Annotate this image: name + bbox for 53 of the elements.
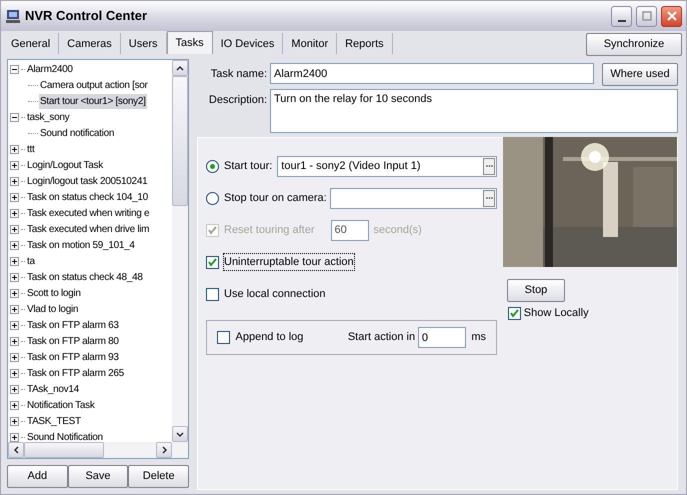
tree-item[interactable]: Task on FTP alarm 63 xyxy=(26,318,120,332)
tree-item[interactable]: Scott to login xyxy=(26,286,82,300)
tree-item[interactable]: Start tour <tour1> [sony2] xyxy=(39,94,147,108)
tree-item[interactable]: Camera output action [sor xyxy=(39,78,149,92)
tree-item[interactable]: Alarm2400 xyxy=(26,62,74,76)
tab[interactable]: IO Devices xyxy=(212,33,284,54)
description-field[interactable]: Turn on the relay for 10 seconds xyxy=(270,89,678,133)
tree-item[interactable]: Sound Notification xyxy=(26,430,104,444)
tree-item[interactable]: Notification Task xyxy=(26,398,96,412)
tree-item[interactable]: Task on FTP alarm 265 xyxy=(26,366,125,380)
task-name-field[interactable]: Alarm2400 xyxy=(270,63,594,84)
tree-item[interactable]: Task executed when drive lim xyxy=(26,222,150,236)
tree-item[interactable]: Vlad to login xyxy=(26,302,80,316)
delay-field[interactable]: 0 xyxy=(418,327,466,348)
tree-item[interactable]: TAsk_nov14 xyxy=(26,382,80,396)
tab[interactable]: Cameras xyxy=(59,33,121,54)
tab[interactable]: Monitor xyxy=(283,33,338,54)
stop-button[interactable]: Stop xyxy=(507,279,565,302)
where-used-button[interactable]: Where used xyxy=(602,63,678,86)
tree-item[interactable]: Task on FTP alarm 80 xyxy=(26,334,120,348)
checkbox-label: Reset touring after xyxy=(224,222,314,238)
tree-item[interactable]: Login/Logout Task xyxy=(26,158,104,172)
tree-item[interactable]: ttt xyxy=(26,142,36,156)
add-button[interactable]: Add xyxy=(7,465,68,488)
tree-item[interactable]: Task on FTP alarm 93 xyxy=(26,350,120,364)
tree-item[interactable]: Task on status check 104_10 xyxy=(26,190,149,204)
checkbox-label: Show Locally xyxy=(524,306,589,321)
unit-label: ms xyxy=(471,330,486,346)
tree-item[interactable]: Login/logout task 200510241 xyxy=(26,174,148,188)
tree-item[interactable]: ta xyxy=(26,254,36,268)
field-label: Start action in xyxy=(348,330,416,346)
delete-button[interactable]: Delete xyxy=(128,465,190,488)
field-label: Description: xyxy=(208,93,267,108)
synchronize-button[interactable]: Synchronize xyxy=(586,33,682,56)
window-title: NVR Control Center xyxy=(25,7,148,26)
field-label: Task name: xyxy=(210,67,267,82)
tree-item[interactable]: Task on status check 48_48 xyxy=(26,270,144,284)
tab[interactable]: Tasks xyxy=(166,31,213,54)
save-button[interactable]: Save xyxy=(68,465,128,488)
tree-item[interactable]: task_sony xyxy=(26,110,70,124)
unit-label: second(s) xyxy=(374,222,422,238)
tree-item[interactable]: Sound notification xyxy=(39,126,116,140)
tab[interactable]: Reports xyxy=(337,33,393,54)
checkbox-label: Append to log xyxy=(236,330,304,346)
option-label: Start tour: xyxy=(224,158,272,174)
tab[interactable]: General xyxy=(3,33,60,54)
tree-item[interactable]: Task on motion 59_101_4 xyxy=(26,238,136,252)
tree-item[interactable]: TASK_TEST xyxy=(26,414,82,428)
checkbox-label: Uninterruptable tour action xyxy=(224,254,354,270)
option-label: Stop tour on camera: xyxy=(224,190,327,206)
checkbox-label: Use local connection xyxy=(224,286,326,302)
tour-field[interactable]: tour1 - sony2 (Video Input 1) xyxy=(277,156,497,176)
tree-item[interactable]: Task executed when writing e xyxy=(26,206,150,220)
